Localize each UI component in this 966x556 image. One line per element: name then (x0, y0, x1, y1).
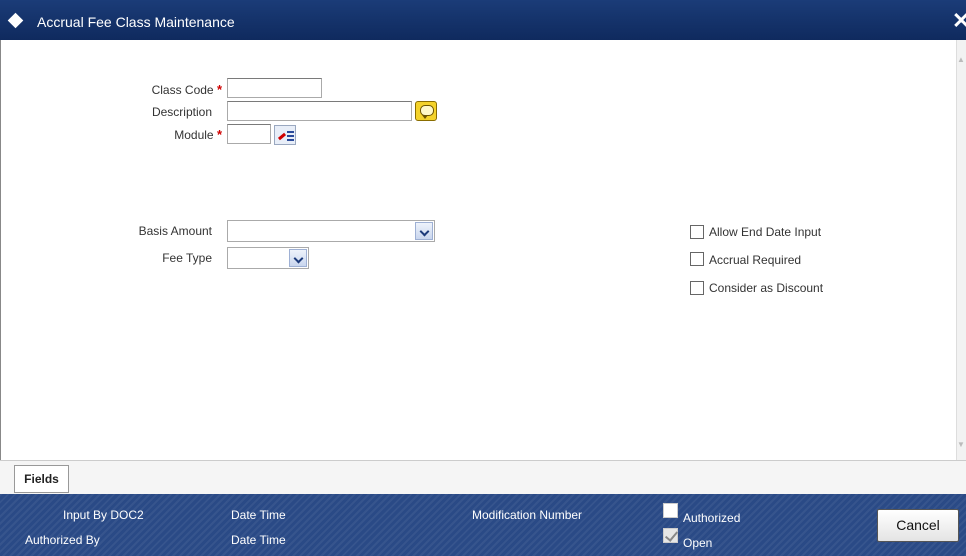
list-of-values-icon[interactable] (274, 125, 296, 145)
module-label: Module * (174, 127, 222, 142)
required-marker: * (216, 82, 222, 97)
diamond-icon (7, 12, 24, 29)
window-title: Accrual Fee Class Maintenance (37, 14, 235, 30)
accrual-required-label: Accrual Required (709, 253, 802, 267)
required-marker: * (216, 127, 222, 142)
allow-end-date-input-checkbox[interactable] (690, 225, 704, 239)
description-input[interactable] (227, 101, 412, 121)
basis-amount-select[interactable] (227, 220, 435, 242)
comment-icon[interactable] (415, 101, 437, 121)
tab-fields[interactable]: Fields (14, 465, 69, 493)
fee-type-select[interactable] (227, 247, 309, 269)
class-code-input[interactable] (227, 78, 322, 98)
input-date-time-label: Date Time (231, 508, 286, 522)
authorized-checkbox (663, 503, 678, 518)
authorized-label: Authorized (683, 511, 741, 525)
open-checkbox (663, 528, 678, 543)
audit-footer: Input By DOC2 Authorized By Date Time Da… (0, 494, 966, 556)
fee-type-label: Fee Type (162, 251, 212, 265)
cancel-button[interactable]: Cancel (877, 509, 959, 542)
chevron-down-icon[interactable] (289, 249, 307, 267)
class-code-label: Class Code * (151, 82, 222, 97)
close-icon[interactable]: ✕ (952, 9, 966, 33)
open-label: Open (683, 536, 713, 550)
authorized-date-time-label: Date Time (231, 533, 286, 547)
consider-as-discount-label: Consider as Discount (709, 281, 824, 295)
title-bar: Accrual Fee Class Maintenance ✕ (0, 0, 966, 40)
basis-amount-label: Basis Amount (138, 224, 212, 238)
vertical-scrollbar[interactable] (956, 40, 966, 460)
authorized-by-label: Authorized By (25, 533, 100, 547)
input-by-label: Input By DOC2 (63, 508, 144, 522)
tab-bar (0, 460, 966, 494)
chevron-down-icon[interactable] (415, 222, 433, 240)
consider-as-discount-checkbox[interactable] (690, 281, 704, 295)
scroll-down-icon[interactable]: ▼ (957, 440, 965, 450)
allow-end-date-input-label: Allow End Date Input (709, 225, 822, 239)
description-label: Description (151, 105, 212, 119)
scroll-up-icon[interactable]: ▲ (957, 55, 965, 65)
modification-number-label: Modification Number (472, 508, 583, 522)
module-input[interactable] (227, 124, 271, 144)
accrual-required-checkbox[interactable] (690, 252, 704, 266)
